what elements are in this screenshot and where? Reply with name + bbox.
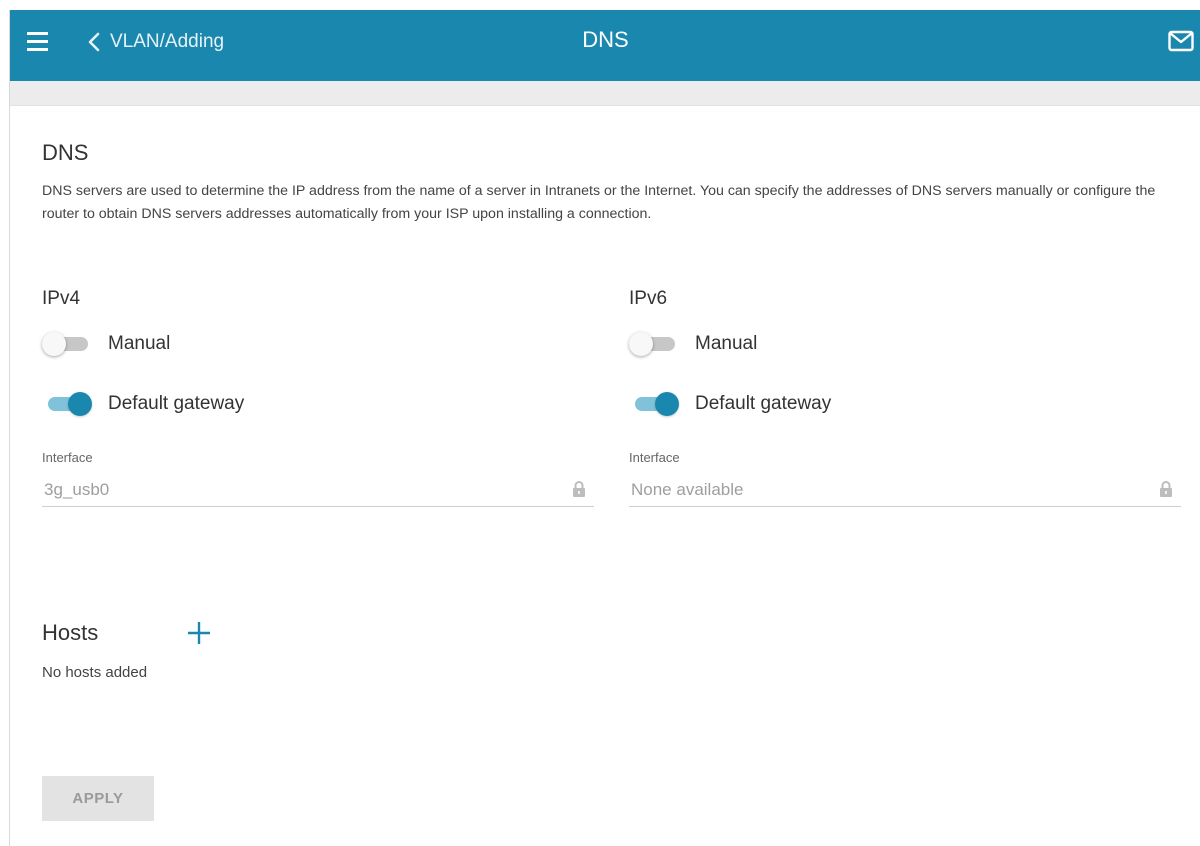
ipv6-interface-value: None available <box>631 480 744 499</box>
lock-icon <box>1160 481 1172 497</box>
ipv4-default-gateway-toggle[interactable] <box>42 391 92 417</box>
ipv6-default-gateway-label: Default gateway <box>695 393 832 414</box>
add-host-button[interactable] <box>184 618 214 648</box>
chevron-left-icon <box>88 32 100 52</box>
hamburger-icon <box>27 32 49 51</box>
hosts-empty-text: No hosts added <box>42 664 148 681</box>
sub-header-bar <box>10 81 1200 106</box>
section-description: DNS servers are used to determine the IP… <box>42 183 1156 222</box>
ipv6-interface-label: Interface <box>629 450 680 465</box>
ipv4-manual-label: Manual <box>108 333 171 354</box>
menu-button[interactable] <box>27 32 49 52</box>
notifications-button[interactable] <box>1168 30 1194 54</box>
apply-button[interactable]: APPLY <box>42 776 154 821</box>
back-link-label: VLAN/Adding <box>110 31 225 52</box>
ipv6-default-gateway-toggle[interactable] <box>629 391 679 417</box>
ipv4-manual-toggle-row[interactable]: Manual <box>42 329 170 359</box>
hosts-title: Hosts <box>42 620 99 645</box>
ipv6-title: IPv6 <box>629 288 668 309</box>
ipv4-default-gateway-label: Default gateway <box>108 393 245 414</box>
ipv6-manual-toggle[interactable] <box>629 331 679 357</box>
section-title: DNS <box>42 140 89 165</box>
ipv4-default-gateway-toggle-row[interactable]: Default gateway <box>42 389 244 419</box>
ipv6-interface-input[interactable]: None available <box>629 472 1181 507</box>
ipv4-manual-toggle[interactable] <box>42 331 92 357</box>
ipv4-interface-value: 3g_usb0 <box>44 480 110 499</box>
lock-icon <box>573 481 585 497</box>
ipv6-manual-label: Manual <box>695 333 758 354</box>
ipv6-manual-toggle-row[interactable]: Manual <box>629 329 757 359</box>
back-link[interactable]: VLAN/Adding <box>88 27 224 57</box>
ipv4-interface-input[interactable]: 3g_usb0 <box>42 472 594 507</box>
ipv6-default-gateway-toggle-row[interactable]: Default gateway <box>629 389 831 419</box>
mail-icon <box>1168 30 1194 52</box>
app-frame: VLAN/Adding DNS DNS DNS servers are used… <box>9 10 1200 846</box>
plus-icon <box>188 622 210 644</box>
top-bar: VLAN/Adding DNS <box>10 10 1200 81</box>
ipv4-title: IPv4 <box>42 288 81 309</box>
ipv4-interface-label: Interface <box>42 450 93 465</box>
